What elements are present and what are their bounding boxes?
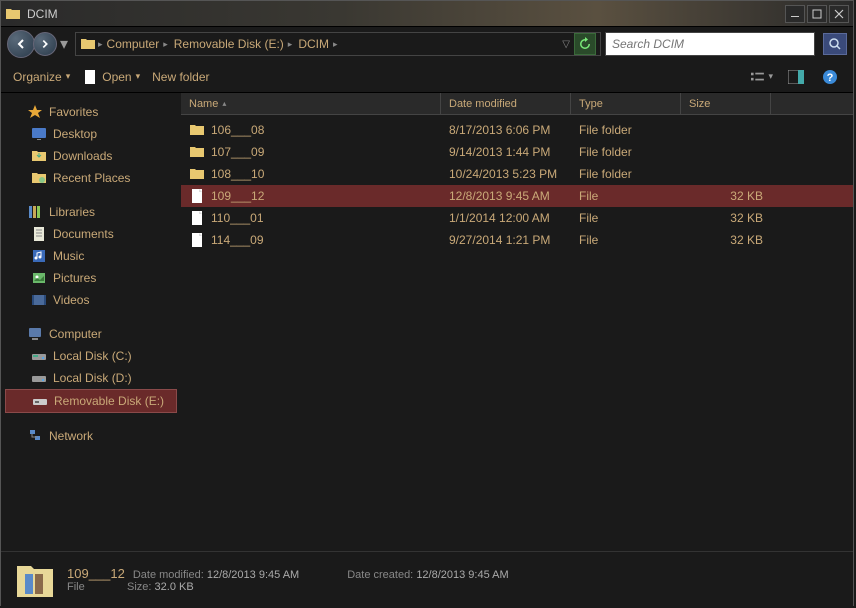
column-extra[interactable] [771,93,853,114]
column-name[interactable]: Name▴ [181,93,441,114]
new-folder-button[interactable]: New folder [152,70,209,84]
folder-icon [5,6,21,22]
column-headers: Name▴ Date modified Type Size [181,93,853,115]
file-row[interactable]: 114___099/27/2014 1:21 PMFile32 KB [181,229,853,251]
column-date[interactable]: Date modified [441,93,571,114]
svg-text:?: ? [827,72,834,84]
folder-icon [189,144,205,160]
sidebar-item-pictures[interactable]: Pictures [1,267,181,289]
recent-icon [31,170,47,186]
removable-drive-icon [32,393,48,409]
chevron-right-icon: ▸ [98,39,103,50]
breadcrumb-segment[interactable]: Computer▸ [105,37,170,51]
star-icon [27,104,43,120]
drive-icon [31,348,47,364]
sidebar-item-documents[interactable]: Documents [1,223,181,245]
content-area: Favorites Desktop Downloads Recent Place… [1,93,853,551]
computer-icon [27,326,43,342]
details-pane: 109___12 Date modified: 12/8/2013 9:45 A… [1,551,853,607]
file-row[interactable]: 110___011/1/2014 12:00 AMFile32 KB [181,207,853,229]
window-title: DCIM [27,7,785,21]
file-row[interactable]: 107___099/14/2013 1:44 PMFile folder [181,141,853,163]
sidebar-network[interactable]: Network [1,425,181,447]
back-button[interactable] [7,30,35,58]
drive-icon [31,370,47,386]
breadcrumb-segment[interactable]: Removable Disk (E:)▸ [172,37,295,51]
address-bar[interactable]: ▸ Computer▸ Removable Disk (E:)▸ DCIM▸ ▽ [75,32,601,56]
folder-icon [189,166,205,182]
details-type: File [67,581,119,593]
breadcrumb-segment[interactable]: DCIM▸ [296,37,339,51]
chevron-down-icon[interactable]: ▽ [562,39,570,50]
preview-pane-button[interactable] [785,66,807,88]
file-icon [189,188,205,204]
column-type[interactable]: Type [571,93,681,114]
file-list: Name▴ Date modified Type Size 106___088/… [181,93,853,551]
file-thumbnail-icon [13,558,57,602]
search-box[interactable] [605,32,815,56]
details-name: 109___12 [67,566,125,581]
desktop-icon [31,126,47,142]
search-button[interactable] [823,33,847,55]
file-icon [82,69,98,85]
search-input[interactable] [606,37,814,51]
libraries-icon [27,204,43,220]
documents-icon [31,226,47,242]
forward-button[interactable] [33,32,57,56]
column-size[interactable]: Size [681,93,771,114]
organize-menu[interactable]: Organize▾ [13,70,70,84]
nav-bar: ▾ ▸ Computer▸ Removable Disk (E:)▸ DCIM▸… [1,27,853,61]
open-button[interactable]: Open▾ [82,69,140,85]
network-icon [27,428,43,444]
downloads-icon [31,148,47,164]
music-icon [31,248,47,264]
sidebar-item-disk-d[interactable]: Local Disk (D:) [1,367,181,389]
folder-icon [189,122,205,138]
navigation-pane: Favorites Desktop Downloads Recent Place… [1,93,181,551]
sidebar-item-disk-c[interactable]: Local Disk (C:) [1,345,181,367]
file-list-body: 106___088/17/2013 6:06 PMFile folder107_… [181,115,853,251]
file-icon [189,210,205,226]
history-dropdown[interactable]: ▾ [57,34,71,54]
sidebar-item-videos[interactable]: Videos [1,289,181,311]
title-bar: DCIM [1,1,853,27]
file-icon [189,232,205,248]
file-row[interactable]: 106___088/17/2013 6:06 PMFile folder [181,119,853,141]
sidebar-item-desktop[interactable]: Desktop [1,123,181,145]
file-row[interactable]: 109___1212/8/2013 9:45 AMFile32 KB [181,185,853,207]
sidebar-item-downloads[interactable]: Downloads [1,145,181,167]
videos-icon [31,292,47,308]
sidebar-computer[interactable]: Computer [1,323,181,345]
file-row[interactable]: 108___1010/24/2013 5:23 PMFile folder [181,163,853,185]
explorer-window: DCIM ▾ ▸ Computer▸ Removable Disk (E:)▸ … [0,0,854,606]
sidebar-item-recent[interactable]: Recent Places [1,167,181,189]
help-button[interactable]: ? [819,66,841,88]
sidebar-favorites[interactable]: Favorites [1,101,181,123]
minimize-button[interactable] [785,5,805,23]
sidebar-libraries[interactable]: Libraries [1,201,181,223]
sort-asc-icon: ▴ [222,99,226,108]
refresh-button[interactable] [574,33,596,55]
window-controls [785,5,849,23]
view-options-button[interactable]: ▾ [751,66,773,88]
sidebar-item-music[interactable]: Music [1,245,181,267]
pictures-icon [31,270,47,286]
maximize-button[interactable] [807,5,827,23]
nav-arrows: ▾ [7,30,71,58]
close-button[interactable] [829,5,849,23]
folder-icon [80,36,96,52]
sidebar-item-removable-e[interactable]: Removable Disk (E:) [5,389,177,413]
toolbar: Organize▾ Open▾ New folder ▾ ? [1,61,853,93]
